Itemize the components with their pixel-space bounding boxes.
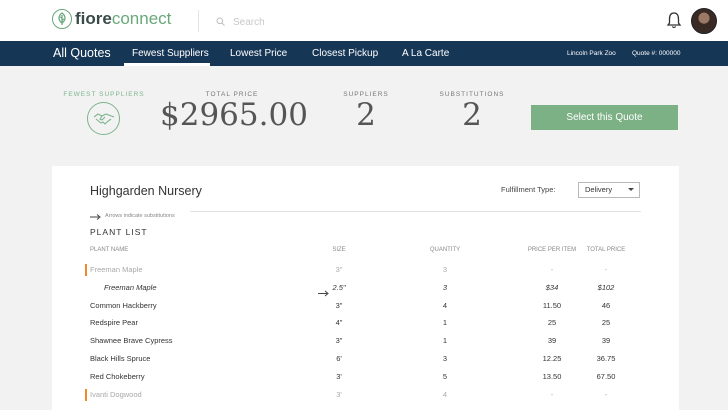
plant-size: 3" [335,265,343,274]
chevron-down-icon [628,188,634,191]
plant-price-per-item: 12.25 [542,354,562,363]
plant-size: 3" [335,336,343,346]
plant-total-price: 39 [601,336,611,346]
suppliers-value: 2 [356,97,376,133]
select-quote-button[interactable]: Select this Quote [531,105,678,130]
plant-quantity: 4 [442,300,448,310]
top-bar: fioreconnect Search [0,0,728,41]
plant-quantity: 3 [442,354,448,363]
total-price-value: $2965.00 [160,97,308,133]
plant-quantity: 1 [442,336,448,346]
plant-size: 2.5" [332,282,346,292]
substitution-marker [85,264,87,276]
substitution-marker [85,388,87,401]
column-header-plant-name: PLANT NAME [90,247,129,253]
search-icon [216,13,225,31]
original-plant-row: Ivanti Dogwood 3' 4 - - [52,386,679,404]
user-avatar[interactable] [691,8,717,34]
plant-price-per-item: - [550,389,554,399]
plant-price-per-item: 39 [547,336,557,346]
plant-name: Common Hackberry [90,300,157,310]
logo-wordmark: fioreconnect [75,9,171,29]
substitutions-value: 2 [462,97,482,133]
quote-number: Quote #: 000000 [632,50,681,57]
plant-total-price: 67.50 [596,371,616,381]
column-header-total-price: TOTAL PRICE [586,247,626,253]
plant-name: Black Hills Spruce [90,354,151,363]
plant-quantity: 3 [442,265,448,274]
arrow-right-icon [90,207,101,225]
plant-quantity: 5 [442,371,448,381]
plant-price-per-item: 11.50 [542,300,562,310]
table-row: Black Hills Spruce 6' 3 12.25 36.75 [52,350,679,368]
plant-list-heading: PLANT LIST [90,227,148,237]
plant-total-price: 46 [601,300,611,310]
tab-lowest-price[interactable]: Lowest Price [230,41,287,66]
table-row: Shawnee Brave Cypress 3" 1 39 39 [52,332,679,350]
active-tab-indicator [124,63,210,66]
fulfillment-label: Fulfillment Type: [501,185,556,194]
legend-text: Arrows indicate substitutions [105,213,175,219]
plant-total-price: 36.75 [596,354,616,363]
plant-total-price: - [604,265,608,274]
legend-divider [190,211,641,212]
handshake-icon [87,102,120,135]
search-input[interactable]: Search [216,13,265,31]
plant-price-per-item: $34 [545,282,559,292]
plant-quantity: 3 [442,282,448,292]
leaf-logo-icon [52,9,72,29]
plant-name: Freeman Maple [90,265,143,274]
table-row: Red Chokeberry 3' 5 13.50 67.50 [52,368,679,386]
nav-all-quotes[interactable]: All Quotes [53,41,111,66]
plant-quantity: 1 [442,318,448,328]
plant-total-price: 25 [601,318,611,328]
column-header-quantity: QUANTITY [429,247,461,253]
quote-navigation-bar: All Quotes Fewest Suppliers Lowest Price… [0,41,728,66]
logo-fiore-text: fiore [75,9,112,28]
strategy-label: FEWEST SUPPLIERS [63,91,145,98]
plant-quantity: 4 [442,389,448,399]
plant-name: Shawnee Brave Cypress [90,336,173,346]
table-row: Redspire Pear 4" 1 25 25 [52,314,679,332]
plant-name: Freeman Maple [104,282,157,292]
fulfillment-type-select[interactable]: Delivery [578,182,640,198]
location-label: Lincoln Park Zoo [567,50,616,57]
plant-name: Redspire Pear [90,318,138,328]
substitution-legend: Arrows indicate substitutions [90,207,175,225]
plant-size: 3' [336,389,342,399]
tab-a-la-carte[interactable]: A La Carte [402,41,449,66]
supplier-card: Highgarden Nursery Fulfillment Type: Del… [52,166,679,410]
plant-total-price: - [604,389,608,399]
fiore-connect-logo[interactable]: fioreconnect [52,9,171,29]
bell-icon[interactable] [666,11,682,34]
plant-size: 6' [336,354,342,363]
original-plant-row: Freeman Maple 3" 3 - - [52,261,679,279]
fulfillment-value: Delivery [585,185,613,194]
plant-name: Ivanti Dogwood [90,389,142,399]
plant-size: 4" [335,318,343,328]
logo-connect-text: connect [111,9,172,28]
column-header-size: SIZE [332,247,346,253]
table-row: Common Hackberry 3" 4 11.50 46 [52,297,679,315]
column-header-price-per-item: PRICE PER ITEM [527,247,577,253]
plant-size: 3' [336,371,342,381]
tab-closest-pickup[interactable]: Closest Pickup [312,41,378,66]
plant-total-price: $102 [597,282,615,292]
supplier-name: Highgarden Nursery [90,184,202,198]
plant-price-per-item: - [550,265,554,274]
plant-price-per-item: 13.50 [542,371,562,381]
plant-size: 3" [335,300,343,310]
plant-name: Red Chokeberry [90,371,145,381]
plant-price-per-item: 25 [547,318,557,328]
substitution-row: Freeman Maple 2.5" 3 $34 $102 [52,279,679,297]
search-placeholder: Search [233,16,265,28]
header-divider [198,10,199,32]
